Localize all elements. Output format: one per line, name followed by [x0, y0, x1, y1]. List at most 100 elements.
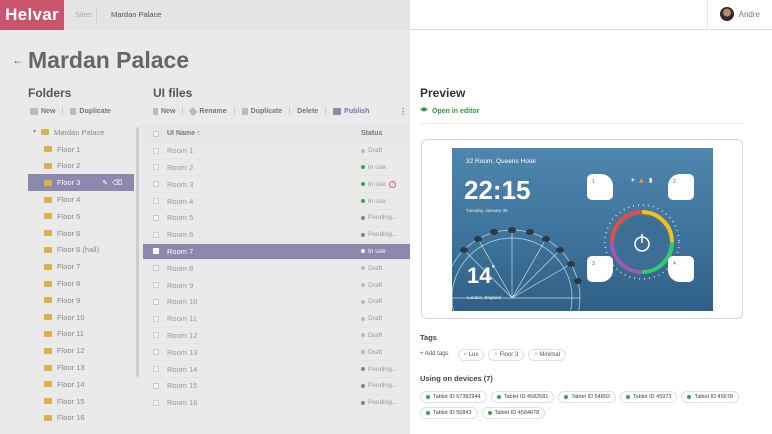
device-chip[interactable]: Tablet ID 54892	[558, 391, 616, 403]
row-checkbox[interactable]	[153, 282, 159, 289]
screen-scene-button-4[interactable]: 4	[668, 256, 694, 282]
folder-item[interactable]: Floor 15	[28, 393, 134, 410]
user-menu[interactable]: Andre	[719, 7, 760, 21]
folders-title: Folders	[28, 86, 72, 100]
folder-item[interactable]: Floor 13	[28, 359, 134, 376]
folder-item[interactable]: Floor 10	[28, 309, 134, 326]
row-checkbox[interactable]	[153, 366, 159, 373]
row-checkbox[interactable]	[153, 382, 159, 389]
folder-item[interactable]: Floor 6 (hall)	[28, 242, 134, 259]
row-checkbox[interactable]	[153, 399, 159, 406]
folder-item[interactable]: Floor 12	[28, 342, 134, 359]
status-badge: Pending...	[361, 231, 397, 238]
new-file-button[interactable]: New	[153, 107, 175, 115]
row-checkbox[interactable]	[153, 349, 159, 356]
duplicate-folder-button[interactable]: Duplicate	[70, 107, 111, 115]
device-chip[interactable]: Tablet ID 45973	[619, 391, 678, 403]
tag-chip[interactable]: × Lux	[457, 349, 485, 361]
table-row[interactable]: Room 7 In use	[143, 243, 410, 261]
table-row[interactable]: Room 4 In use	[143, 193, 410, 210]
tag-chip[interactable]: × Floor 3	[488, 349, 525, 361]
folder-item[interactable]: Floor 16	[28, 410, 134, 427]
status-dot	[361, 383, 365, 388]
copy-icon	[241, 107, 248, 115]
folder-item[interactable]: Floor 9	[28, 292, 134, 309]
table-row[interactable]: Room 8 Draft	[143, 260, 410, 278]
folder-item[interactable]: Floor 14	[28, 376, 134, 393]
row-checkbox[interactable]	[153, 298, 159, 305]
folder-item[interactable]: Floor 3 ✎⌫	[28, 174, 134, 192]
folder-icon	[44, 246, 52, 253]
breadcrumb-separator	[96, 8, 97, 22]
row-checkbox[interactable]	[153, 231, 159, 238]
folder-root[interactable]: ▼ Mardan Palace	[28, 124, 134, 141]
row-checkbox[interactable]	[153, 198, 159, 205]
table-row[interactable]: Room 1 Draft	[143, 143, 410, 160]
row-checkbox[interactable]	[153, 214, 159, 221]
publish-button[interactable]: Publish	[333, 107, 369, 115]
row-checkbox[interactable]	[153, 315, 159, 322]
more-options-icon[interactable]: ⋮	[399, 107, 407, 116]
folder-item[interactable]: Floor 1	[28, 141, 134, 158]
status-dot	[361, 367, 365, 372]
select-all-checkbox[interactable]	[153, 130, 159, 137]
table-row[interactable]: Room 12 Draft	[143, 328, 410, 345]
rename-button[interactable]: Rename	[188, 106, 227, 116]
screen-scene-button-3[interactable]: 3	[587, 256, 613, 282]
table-row[interactable]: Room 6 Pending...	[143, 227, 410, 244]
table-row[interactable]: Room 16 Pending...	[143, 395, 410, 412]
breadcrumb-sites[interactable]: Sites	[75, 0, 92, 30]
tag-chip[interactable]: × Minimal	[528, 349, 567, 361]
publish-icon	[333, 107, 342, 115]
device-chip[interactable]: Tablet ID 56843	[420, 407, 478, 419]
device-chip[interactable]: Tablet ID 45678	[681, 391, 739, 403]
row-checkbox[interactable]	[153, 147, 159, 154]
folder-icon	[44, 330, 52, 337]
table-row[interactable]: Room 5 Pending...	[143, 210, 410, 227]
status-badge: Draft	[361, 265, 382, 272]
trash-icon[interactable]: ⌫	[112, 180, 126, 187]
row-checkbox[interactable]	[153, 332, 159, 339]
screen-scene-button-2[interactable]: 2	[668, 174, 694, 200]
arrow-left-icon[interactable]: ←	[12, 53, 24, 67]
row-checkbox[interactable]	[153, 265, 159, 272]
folder-item[interactable]: Floor 8	[28, 275, 134, 292]
folder-item[interactable]: Floor 5	[28, 208, 134, 225]
folder-item[interactable]: Floor 2	[28, 158, 134, 175]
folders-scrollbar[interactable]	[136, 127, 139, 377]
svg-text:☀: ☀	[630, 177, 636, 184]
table-row[interactable]: Room 14 Pending...	[143, 361, 410, 378]
edit-icon[interactable]: ✎	[102, 180, 112, 187]
new-folder-button[interactable]: New	[30, 107, 55, 115]
table-row[interactable]: Room 11 Draft	[143, 311, 410, 328]
svg-text:▲: ▲	[639, 177, 644, 184]
duplicate-button[interactable]: Duplicate	[241, 107, 282, 115]
row-checkbox[interactable]	[153, 248, 159, 255]
row-checkbox[interactable]	[153, 164, 159, 171]
layers-icon	[420, 107, 428, 112]
folder-item[interactable]: Floor 4	[28, 191, 134, 208]
table-header: UI Name ↑ Status	[143, 126, 410, 143]
table-row[interactable]: Room 9 Draft	[143, 277, 410, 294]
device-chip[interactable]: Tablet ID 67382944	[420, 391, 487, 403]
screen-scene-button-1[interactable]: 1	[587, 174, 613, 200]
table-row[interactable]: Room 13 Draft	[143, 344, 410, 362]
files-toolbar: New Rename Duplicate Delete Publish	[153, 106, 376, 116]
folder-icon	[44, 364, 52, 371]
table-row[interactable]: Room 2 In use	[143, 160, 410, 177]
folder-item[interactable]: Floor 6	[28, 225, 134, 242]
table-row[interactable]: Room 10 Draft	[143, 294, 410, 311]
device-chip[interactable]: Tablet ID 4584678	[481, 407, 546, 419]
caret-down-icon[interactable]: ▼	[32, 129, 37, 135]
delete-button[interactable]: Delete	[297, 108, 318, 115]
open-in-editor-link[interactable]: Open in editor	[420, 107, 479, 115]
table-row[interactable]: Room 15 Pending...	[143, 378, 410, 395]
folder-item[interactable]: Floor 11	[28, 326, 134, 343]
add-tags-button[interactable]: + Add tags	[420, 349, 454, 361]
table-row[interactable]: Room 3 In use!	[143, 176, 410, 194]
row-checkbox[interactable]	[153, 181, 159, 188]
status-badge: Draft	[361, 332, 382, 339]
device-chip[interactable]: Tablet ID 4582681	[490, 391, 555, 403]
folder-item[interactable]: Floor 7	[28, 258, 134, 275]
helvar-logo[interactable]: Helvar	[0, 0, 64, 30]
